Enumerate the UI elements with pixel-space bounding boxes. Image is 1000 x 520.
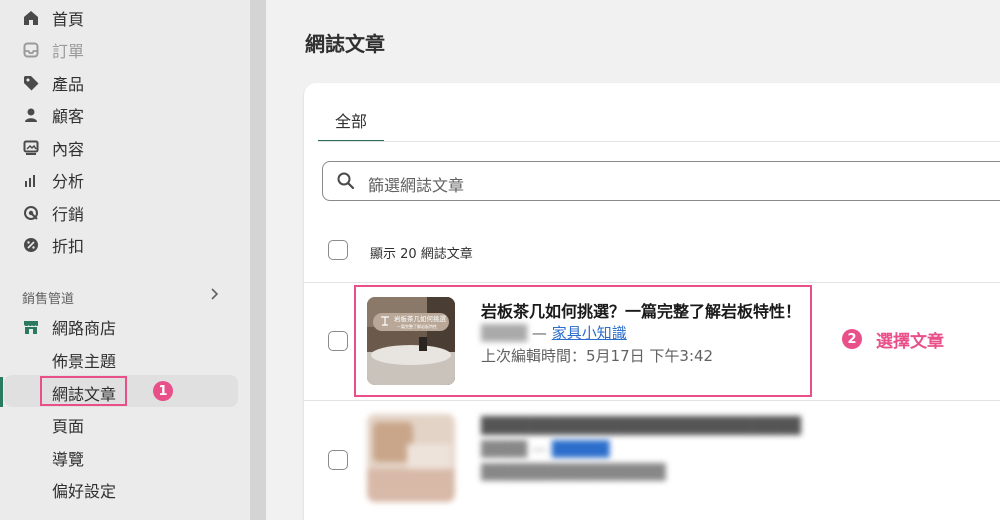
sidebar-item-marketing[interactable]: 行銷 <box>0 198 250 228</box>
sidebar-item-label: 顧客 <box>52 107 85 126</box>
article-2-time-redacted: ████████████████ <box>481 463 666 481</box>
sidebar-item-products[interactable]: 產品 <box>0 68 250 98</box>
sidebar-item-content[interactable]: 內容 <box>0 133 250 163</box>
article-1-author-redacted: ████ <box>481 324 528 342</box>
sidebar-item-analytics[interactable]: 分析 <box>0 165 250 195</box>
article-count: 顯示 20 網誌文章 <box>370 247 473 262</box>
page-title: 網誌文章 <box>305 32 385 56</box>
search-placeholder: 篩選網誌文章 <box>368 176 465 195</box>
tab-all[interactable]: 全部 <box>318 100 384 142</box>
sidebar-item-label: 內容 <box>52 140 85 159</box>
row-divider <box>304 400 1000 401</box>
sidebar-item-label: 產品 <box>52 75 85 94</box>
article-1-edited-time: 上次編輯時間：5月17日 下午3:42 <box>481 347 714 365</box>
sidebar-subitem-themes[interactable]: 佈景主題 <box>52 348 116 372</box>
sidebar-item-label: 分析 <box>52 172 85 191</box>
sidebar-subitem-preferences[interactable]: 偏好設定 <box>52 478 116 502</box>
sidebar-subitem-navigation[interactable]: 導覽 <box>52 446 84 470</box>
article-1-thumbnail[interactable]: 岩板茶几如何挑選 一篇完整了解岩板特性 <box>367 297 455 385</box>
article-1-title[interactable]: 岩板茶几如何挑選？一篇完整了解岩板特性！ <box>481 298 801 322</box>
step-2-badge: 2 <box>842 329 862 349</box>
sidebar: 首頁 訂單 產品 顧客 內容 分析 行銷 折扣 銷售管道 網路商店 佈景主題 網… <box>0 0 250 520</box>
sidebar-item-customers[interactable]: 顧客 <box>0 100 250 130</box>
sidebar-item-home[interactable]: 首頁 <box>0 3 250 33</box>
sidebar-item-discounts[interactable]: 折扣 <box>0 230 250 260</box>
sidebar-item-label: 行銷 <box>52 205 85 224</box>
sidebar-subitem-pages[interactable]: 頁面 <box>52 413 84 437</box>
article-1-dash: — <box>527 324 552 342</box>
article-1-blog-link[interactable]: 家具小知識 <box>552 324 627 342</box>
sidebar-item-online-store[interactable]: 網路商店 <box>0 312 250 342</box>
search-icon <box>336 171 356 191</box>
chevron-right-icon[interactable] <box>210 287 220 305</box>
article-2-byline-redacted: ████ — █████ <box>481 440 610 458</box>
select-all-checkbox[interactable] <box>328 240 348 260</box>
row-divider <box>304 282 1000 283</box>
inbox-icon <box>22 41 40 59</box>
sidebar-item-label: 首頁 <box>52 10 85 29</box>
sidebar-item-label: 網路商店 <box>52 319 117 338</box>
step-1-badge: 1 <box>153 381 173 401</box>
sidebar-item-label: 訂單 <box>52 42 85 61</box>
sidebar-divider <box>250 0 266 520</box>
article-2-title-redacted[interactable]: ██████████████████████████ <box>481 416 801 435</box>
article-1-checkbox[interactable] <box>328 331 348 351</box>
store-icon <box>22 318 40 336</box>
tab-divider <box>318 141 1000 142</box>
tag-icon <box>22 74 40 92</box>
article-2-checkbox[interactable] <box>328 450 348 470</box>
home-icon <box>22 9 40 27</box>
thumbnail-text-2: 一篇完整了解岩板特性 <box>397 323 437 329</box>
highlight-box-blog-posts <box>40 376 127 406</box>
sidebar-item-orders[interactable]: 訂單 <box>0 35 250 65</box>
thumbnail-text-1: 岩板茶几如何挑選 <box>394 314 447 323</box>
person-icon <box>22 106 40 124</box>
sidebar-item-label: 折扣 <box>52 237 85 256</box>
active-item-indicator <box>0 377 3 407</box>
step-2-label: 選擇文章 <box>876 332 944 352</box>
image-icon <box>22 139 40 157</box>
bar-chart-icon <box>22 171 40 189</box>
sales-channels-title: 銷售管道 <box>22 292 75 307</box>
discount-icon <box>22 236 40 254</box>
article-1-byline: ████ — 家具小知識 <box>481 322 627 343</box>
target-icon <box>22 204 40 222</box>
article-2-thumbnail[interactable] <box>367 414 455 502</box>
